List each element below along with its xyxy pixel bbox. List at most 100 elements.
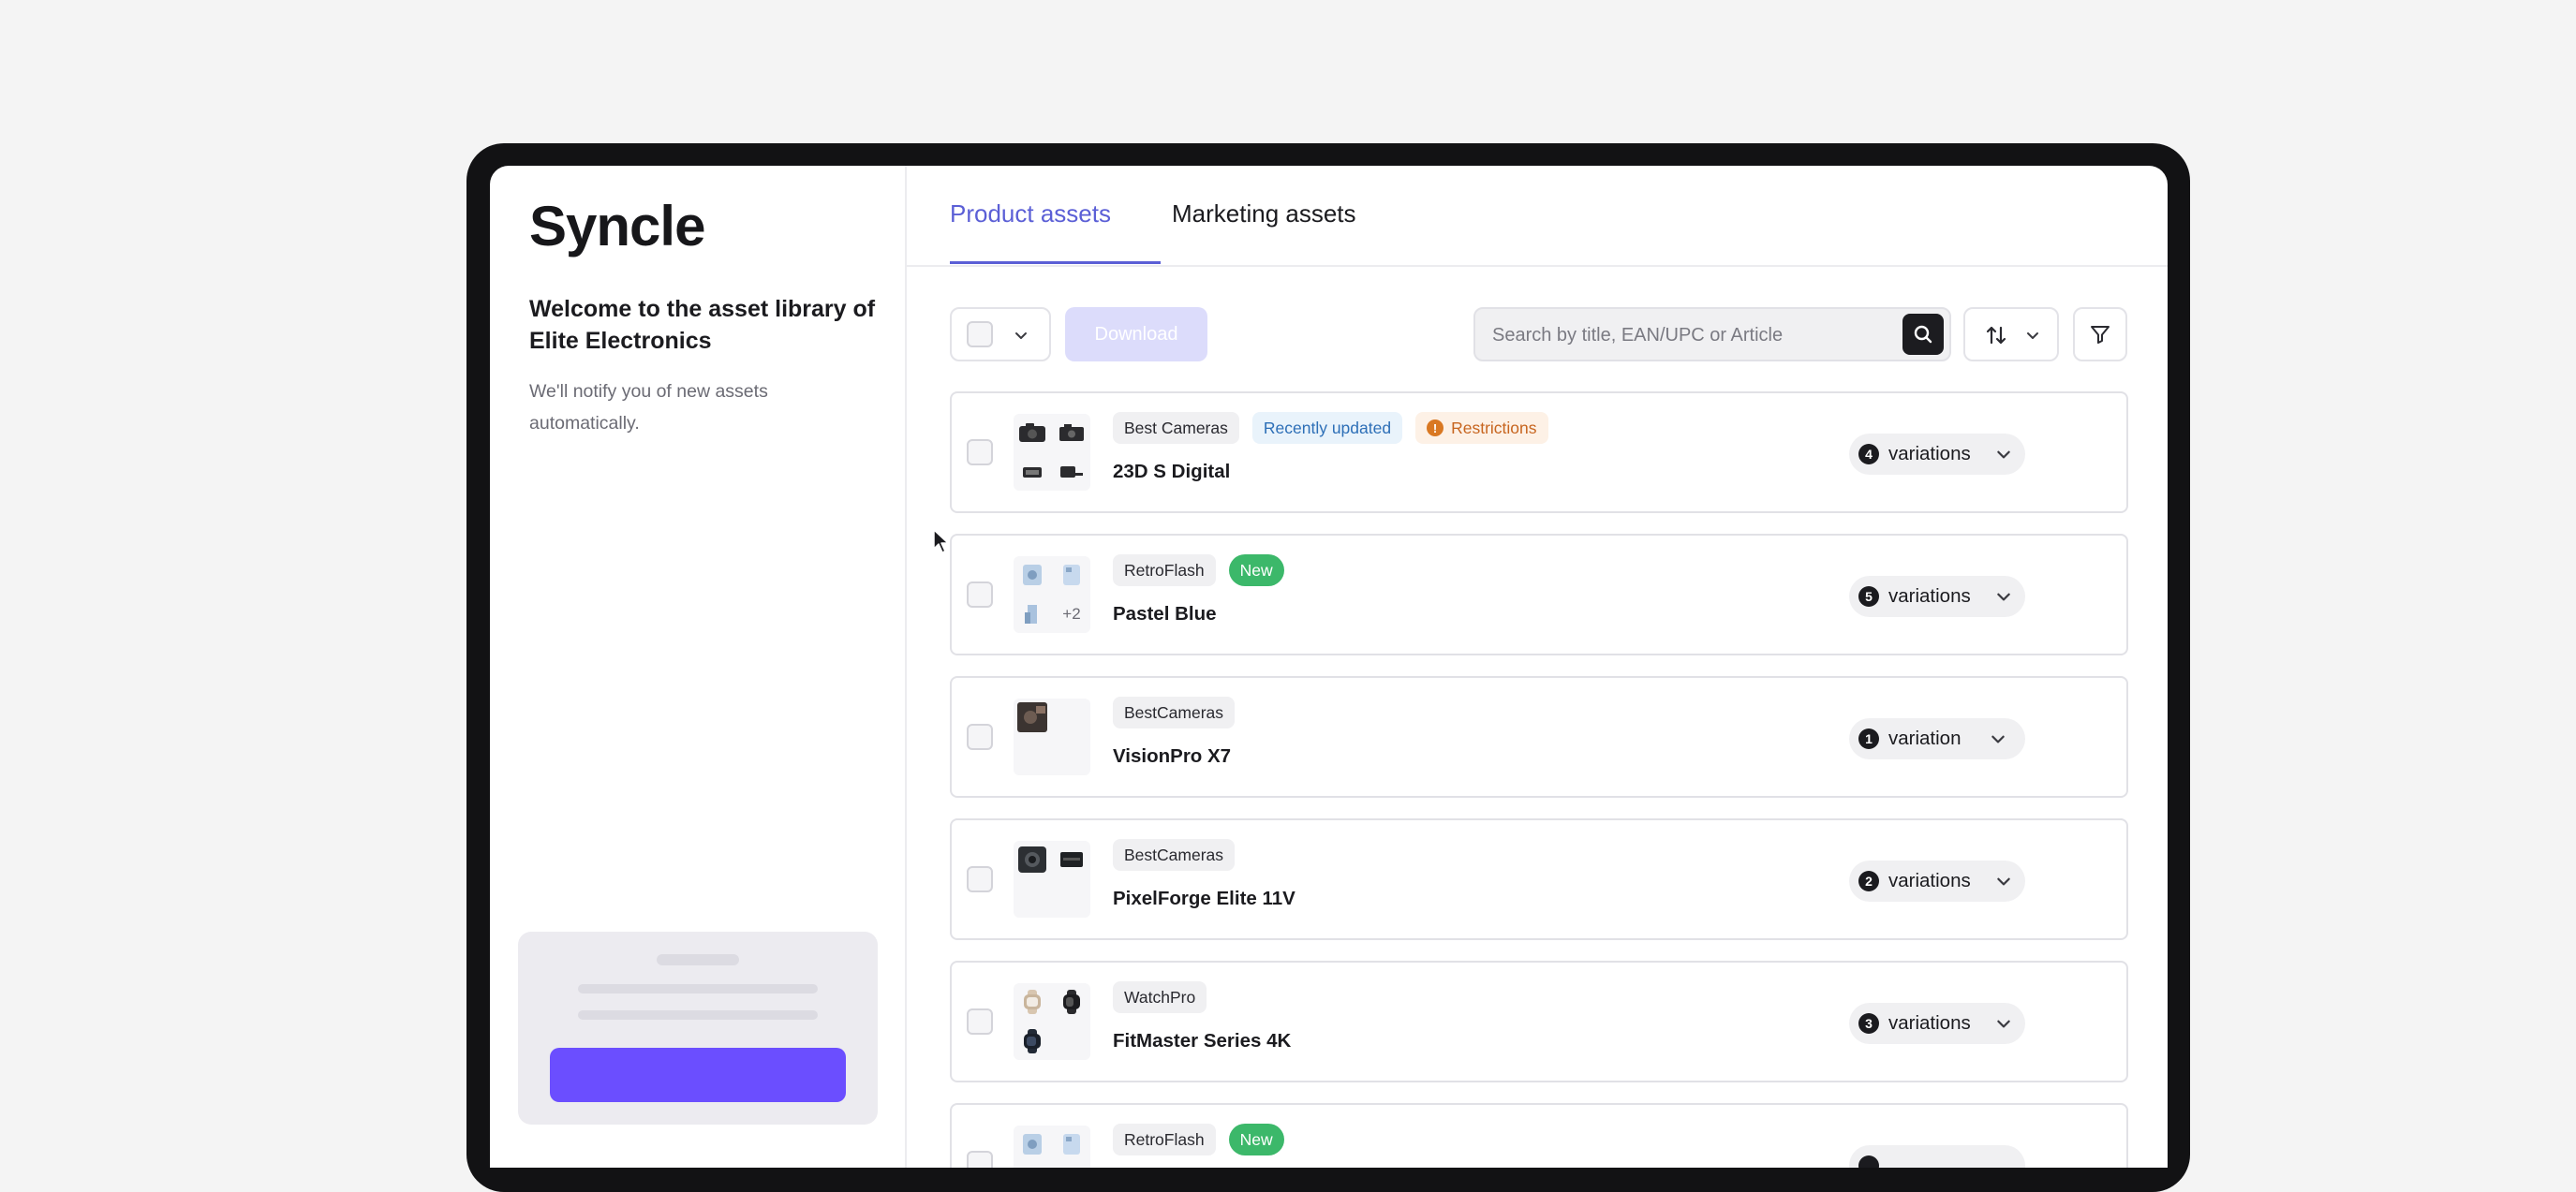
restrictions-label: Restrictions xyxy=(1451,418,1537,437)
product-name: FitMaster Series 4K xyxy=(1113,1030,1292,1052)
row-checkbox[interactable] xyxy=(967,724,993,750)
recently-updated-badge: Recently updated xyxy=(1251,412,1403,444)
product-badges: WatchPro xyxy=(1113,981,1207,1013)
product-thumbnail xyxy=(1014,414,1090,491)
instant-camera-image xyxy=(1017,599,1047,629)
watch-image xyxy=(1017,987,1047,1017)
product-row[interactable]: +2 RetroFlash New Pastel Blue 5 variatio… xyxy=(950,534,2128,655)
welcome-heading: Welcome to the asset library of Elite El… xyxy=(529,296,876,354)
variations-dropdown[interactable] xyxy=(1849,1145,2025,1168)
camera-image xyxy=(1017,457,1047,487)
active-tab-indicator xyxy=(950,261,1161,264)
filter-button[interactable] xyxy=(2073,307,2127,361)
promo-placeholder-line xyxy=(657,954,739,965)
variations-dropdown[interactable]: 3 variations xyxy=(1849,1003,2025,1044)
product-name: 23D S Digital xyxy=(1113,461,1231,482)
product-thumbnail xyxy=(1014,699,1090,775)
search-button[interactable] xyxy=(1902,314,1944,355)
tab-bar: Product assets Marketing assets xyxy=(907,166,2168,267)
search-box xyxy=(1473,307,1951,361)
chevron-down-icon xyxy=(1997,593,2010,601)
tab-marketing-assets[interactable]: Marketing assets xyxy=(1172,199,1356,228)
variation-count: 2 xyxy=(1858,871,1879,891)
instant-camera-image xyxy=(1017,1129,1047,1159)
product-thumbnail xyxy=(1014,983,1090,1060)
notify-text: We'll notify you of new assets automatic… xyxy=(529,381,768,434)
brand-badge: WatchPro xyxy=(1113,981,1207,1013)
product-name: Pastel Blue xyxy=(1113,603,1217,625)
app-window: Syncle Welcome to the asset library of E… xyxy=(490,166,2168,1168)
promo-placeholder-line xyxy=(578,984,818,993)
product-badges: BestCameras xyxy=(1113,839,1236,871)
variations-dropdown[interactable]: 4 variations xyxy=(1849,434,2025,475)
camera-image xyxy=(1017,845,1047,875)
product-name: PixelForge Elite 11V xyxy=(1113,888,1295,909)
tab-product-assets[interactable]: Product assets xyxy=(950,199,1111,228)
sort-dropdown[interactable] xyxy=(1963,307,2059,361)
camera-image xyxy=(1057,457,1087,487)
product-name: VisionPro X7 xyxy=(1113,745,1232,767)
chevron-down-icon xyxy=(1997,450,2010,459)
variation-label: variations xyxy=(1888,1012,1971,1034)
chevron-down-icon xyxy=(1997,877,2010,886)
variation-count: 4 xyxy=(1858,444,1879,464)
chevron-down-icon xyxy=(1997,1020,2010,1028)
product-row[interactable]: BestCameras VisionPro X7 1 variation xyxy=(950,676,2128,798)
variation-label: variations xyxy=(1888,585,1971,607)
variation-count: 5 xyxy=(1858,586,1879,607)
product-badges: Best Cameras Recently updated ! Restricti… xyxy=(1113,412,1548,444)
more-images-count: +2 xyxy=(1062,605,1081,623)
watch-image xyxy=(1057,987,1087,1017)
variations-dropdown[interactable]: 1 variation xyxy=(1849,718,2025,759)
chevron-down-icon xyxy=(1991,735,2005,743)
row-checkbox[interactable] xyxy=(967,866,993,892)
sidebar: Syncle Welcome to the asset library of E… xyxy=(490,166,907,1168)
select-all-checkbox[interactable] xyxy=(967,321,993,347)
product-badges: RetroFlash New xyxy=(1113,554,1284,586)
instant-camera-image xyxy=(1057,1129,1087,1159)
product-badges: RetroFlash New xyxy=(1113,1124,1284,1155)
chevron-down-icon xyxy=(1015,332,1027,339)
product-row[interactable]: Best Cameras Recently updated ! Restricti… xyxy=(950,391,2128,513)
variation-label: variations xyxy=(1888,870,1971,891)
variations-dropdown[interactable]: 5 variations xyxy=(1849,576,2025,617)
restrictions-badge[interactable]: ! Restrictions xyxy=(1415,412,1548,444)
select-all-dropdown[interactable] xyxy=(950,307,1051,361)
instant-camera-image xyxy=(1017,560,1047,590)
product-row[interactable]: RetroFlash New xyxy=(950,1103,2128,1168)
download-button[interactable]: Download xyxy=(1065,307,1207,361)
instant-camera-image xyxy=(1057,560,1087,590)
camera-image xyxy=(1057,845,1087,875)
brand-badge: BestCameras xyxy=(1113,839,1236,871)
brand-badge: RetroFlash xyxy=(1113,554,1216,586)
promo-placeholder-line xyxy=(578,1010,818,1020)
product-thumbnail xyxy=(1014,841,1090,918)
camera-image xyxy=(1017,418,1047,448)
sort-icon xyxy=(1986,326,2006,345)
product-thumbnail: +2 xyxy=(1014,556,1090,633)
row-checkbox[interactable] xyxy=(967,581,993,608)
camera-photo-image xyxy=(1017,702,1047,732)
variation-label: variations xyxy=(1888,443,1971,464)
app-logo: Syncle xyxy=(529,195,705,258)
promo-button[interactable] xyxy=(550,1048,846,1102)
variation-count: 1 xyxy=(1858,728,1879,749)
product-thumbnail xyxy=(1014,1126,1090,1168)
mouse-cursor-icon xyxy=(933,529,949,553)
camera-image xyxy=(1057,418,1087,448)
variation-count: 3 xyxy=(1858,1013,1879,1034)
row-checkbox[interactable] xyxy=(967,1151,993,1168)
variation-label: variation xyxy=(1888,728,1962,749)
variations-dropdown[interactable]: 2 variations xyxy=(1849,861,2025,902)
row-checkbox[interactable] xyxy=(967,439,993,465)
warning-icon: ! xyxy=(1427,419,1444,436)
product-row[interactable]: BestCameras PixelForge Elite 11V 2 varia… xyxy=(950,818,2128,940)
watch-image xyxy=(1017,1026,1047,1056)
row-checkbox[interactable] xyxy=(967,1008,993,1035)
product-badges: BestCameras xyxy=(1113,697,1236,728)
chevron-down-icon xyxy=(2027,332,2038,339)
brand-badge: BestCameras xyxy=(1113,697,1236,728)
search-input[interactable] xyxy=(1490,320,1888,350)
product-row[interactable]: WatchPro FitMaster Series 4K 3 variation… xyxy=(950,961,2128,1082)
filter-icon xyxy=(2091,326,2110,344)
